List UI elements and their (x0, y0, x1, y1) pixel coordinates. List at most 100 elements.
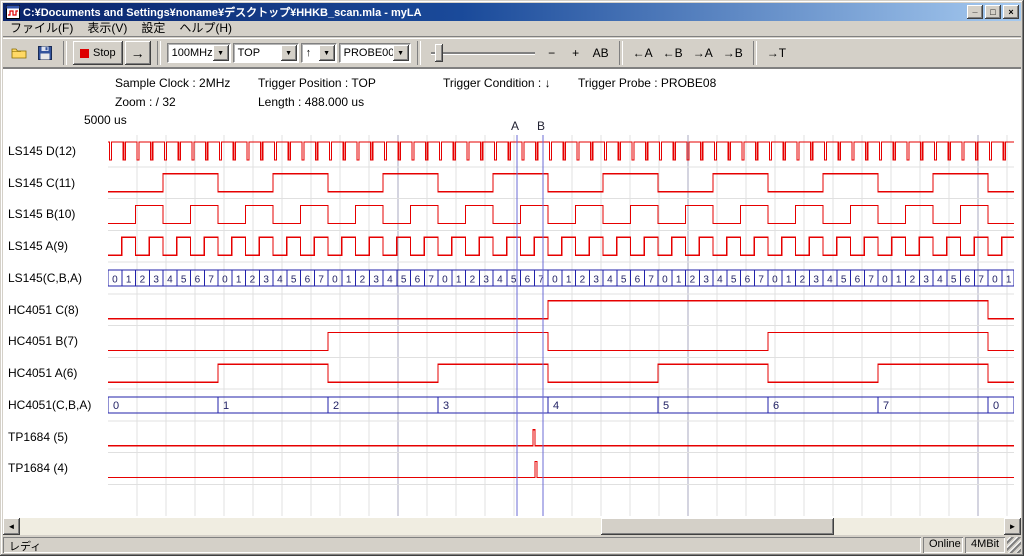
svg-text:1: 1 (676, 275, 682, 286)
svg-text:7: 7 (758, 275, 764, 286)
run-button[interactable]: → (125, 41, 151, 65)
svg-text:4: 4 (277, 275, 283, 286)
wave-row-label: TP1684 (4) (3, 453, 107, 485)
chevron-down-icon[interactable]: ▼ (319, 45, 335, 61)
wave-row-label: TP1684 (5) (3, 421, 107, 453)
statusbar: レディ Online 4MBit (3, 537, 1021, 553)
info-trigger-probe: Trigger Probe : PROBE08 (578, 76, 716, 90)
svg-text:4: 4 (717, 275, 723, 286)
goto-trigger-button[interactable]: →T (763, 42, 790, 64)
maximize-button[interactable]: □ (985, 5, 1001, 19)
info-length: Length : 488.000 us (258, 95, 364, 109)
menubar: ファイル(F) 表示(V) 設定 ヘルプ(H) (3, 21, 1021, 37)
goto-b-left-button[interactable]: ←B (659, 42, 687, 64)
svg-text:7: 7 (978, 275, 984, 286)
status-message: レディ (3, 537, 921, 553)
zoom-slider[interactable] (427, 41, 539, 65)
trigger-probe-value: PROBE00 (340, 47, 393, 59)
chevron-down-icon[interactable]: ▼ (213, 45, 229, 61)
svg-text:5: 5 (731, 275, 737, 286)
menu-file[interactable]: ファイル(F) (3, 21, 80, 36)
open-button[interactable] (7, 41, 31, 65)
toolbar-separator (63, 41, 67, 65)
ab-button[interactable]: AB (589, 42, 613, 64)
svg-text:5: 5 (291, 275, 297, 286)
chevron-down-icon[interactable]: ▼ (281, 45, 297, 61)
svg-text:3: 3 (153, 275, 159, 286)
zoom-out-button[interactable]: − (541, 42, 563, 64)
svg-text:4: 4 (497, 275, 503, 286)
waveform-plot[interactable]: 0123456701234567012345670123456701234567… (108, 135, 1014, 516)
trigger-probe-select[interactable]: PROBE00 ▼ (339, 43, 411, 63)
trigger-position-value: TOP (234, 47, 281, 59)
zoom-in-button[interactable]: + (565, 42, 587, 64)
marker-a-label[interactable]: A (511, 119, 519, 133)
menu-settings[interactable]: 設定 (134, 21, 172, 36)
svg-text:1: 1 (126, 275, 132, 286)
sample-clock-select[interactable]: 100MHz ▼ (167, 43, 231, 63)
wave-row-label: LS145(C,B,A) (3, 262, 107, 294)
svg-text:3: 3 (813, 275, 819, 286)
stop-icon (80, 49, 89, 58)
toolbar-separator (619, 41, 623, 65)
info-trigger-position: Trigger Position : TOP (258, 76, 376, 90)
svg-text:4: 4 (937, 275, 943, 286)
svg-text:1: 1 (346, 275, 352, 286)
info-trigger-condition: Trigger Condition : ↓ (443, 76, 551, 90)
menu-view[interactable]: 表示(V) (80, 21, 134, 36)
svg-text:0: 0 (772, 275, 778, 286)
svg-text:2: 2 (250, 275, 256, 286)
svg-text:2: 2 (910, 275, 916, 286)
svg-text:6: 6 (525, 275, 531, 286)
minimize-button[interactable]: _ (967, 5, 983, 19)
goto-a-right-button[interactable]: →A (689, 42, 717, 64)
resize-grip[interactable] (1007, 537, 1021, 553)
svg-text:1: 1 (566, 275, 572, 286)
app-icon (6, 5, 20, 19)
scroll-left-icon[interactable]: ◄ (3, 518, 20, 535)
svg-text:2: 2 (470, 275, 476, 286)
svg-text:6: 6 (415, 275, 421, 286)
svg-text:7: 7 (868, 275, 874, 286)
goto-a-left-button[interactable]: ←A (629, 42, 657, 64)
stop-button[interactable]: Stop (73, 41, 123, 65)
marker-b-label[interactable]: B (537, 119, 545, 133)
chevron-down-icon[interactable]: ▼ (393, 45, 409, 61)
menu-help[interactable]: ヘルプ(H) (172, 21, 239, 36)
slider-track (431, 52, 535, 55)
svg-text:2: 2 (580, 275, 586, 286)
svg-text:0: 0 (882, 275, 888, 286)
svg-text:0: 0 (993, 400, 999, 412)
horizontal-scrollbar[interactable]: ◄ ► (3, 518, 1021, 535)
trigger-position-select[interactable]: TOP ▼ (233, 43, 299, 63)
info-zoom: Zoom : / 32 (115, 95, 176, 109)
slider-handle[interactable] (435, 44, 443, 62)
svg-text:3: 3 (703, 275, 709, 286)
svg-text:3: 3 (483, 275, 489, 286)
svg-text:5: 5 (621, 275, 627, 286)
svg-text:2: 2 (140, 275, 146, 286)
svg-text:5: 5 (841, 275, 847, 286)
svg-text:7: 7 (428, 275, 434, 286)
svg-text:1: 1 (236, 275, 242, 286)
svg-text:0: 0 (992, 275, 998, 286)
svg-text:5: 5 (181, 275, 187, 286)
titlebar[interactable]: C:¥Documents and Settings¥noname¥デスクトップ¥… (3, 3, 1021, 21)
wave-row-label: LS145 B(10) (3, 199, 107, 231)
save-button[interactable] (33, 41, 57, 65)
wave-row-label: HC4051 C(8) (3, 294, 107, 326)
trigger-edge-select[interactable]: ↑ ▼ (301, 43, 337, 63)
wave-row-label: HC4051(C,B,A) (3, 389, 107, 421)
close-button[interactable]: × (1003, 5, 1019, 19)
svg-text:5: 5 (511, 275, 517, 286)
scroll-right-icon[interactable]: ► (1004, 518, 1021, 535)
status-online: Online (923, 537, 963, 553)
scroll-thumb[interactable] (601, 518, 834, 535)
svg-text:7: 7 (208, 275, 214, 286)
svg-text:1: 1 (1006, 275, 1012, 286)
open-folder-icon (11, 45, 27, 61)
toolbar-separator (157, 41, 161, 65)
goto-b-right-button[interactable]: →B (719, 42, 747, 64)
svg-text:2: 2 (333, 400, 339, 412)
svg-text:0: 0 (442, 275, 448, 286)
